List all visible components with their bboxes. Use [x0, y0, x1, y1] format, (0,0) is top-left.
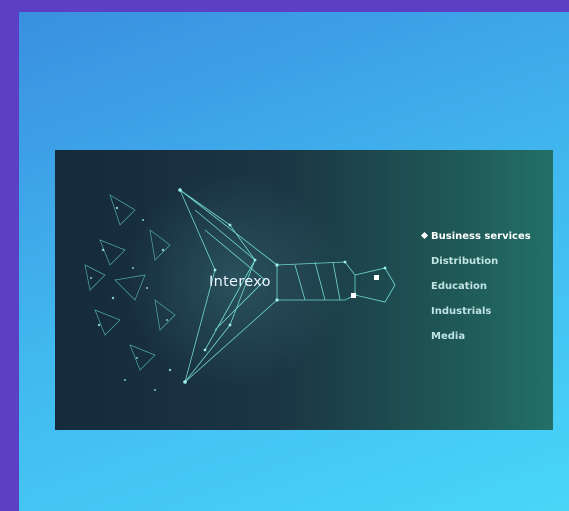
menu-item-label: Distribution — [431, 256, 499, 267]
menu-item-media[interactable]: Media — [422, 330, 531, 355]
menu-item-label: Education — [431, 281, 487, 292]
diamond-bullet-icon — [420, 231, 429, 240]
hero-card: Interexo Business services Distribution … — [55, 150, 553, 430]
menu-item-education[interactable]: Education — [422, 280, 531, 305]
menu-item-industrials[interactable]: Industrials — [422, 305, 531, 330]
menu-item-label: Industrials — [431, 306, 492, 317]
menu-item-distribution[interactable]: Distribution — [422, 255, 531, 280]
brand-name: Interexo — [209, 274, 271, 290]
menu-item-label: Media — [431, 331, 466, 342]
menu-item-label: Business services — [431, 231, 531, 242]
menu-item-business-services[interactable]: Business services — [420, 230, 531, 255]
industry-menu: Business services Distribution Education… — [420, 230, 531, 355]
